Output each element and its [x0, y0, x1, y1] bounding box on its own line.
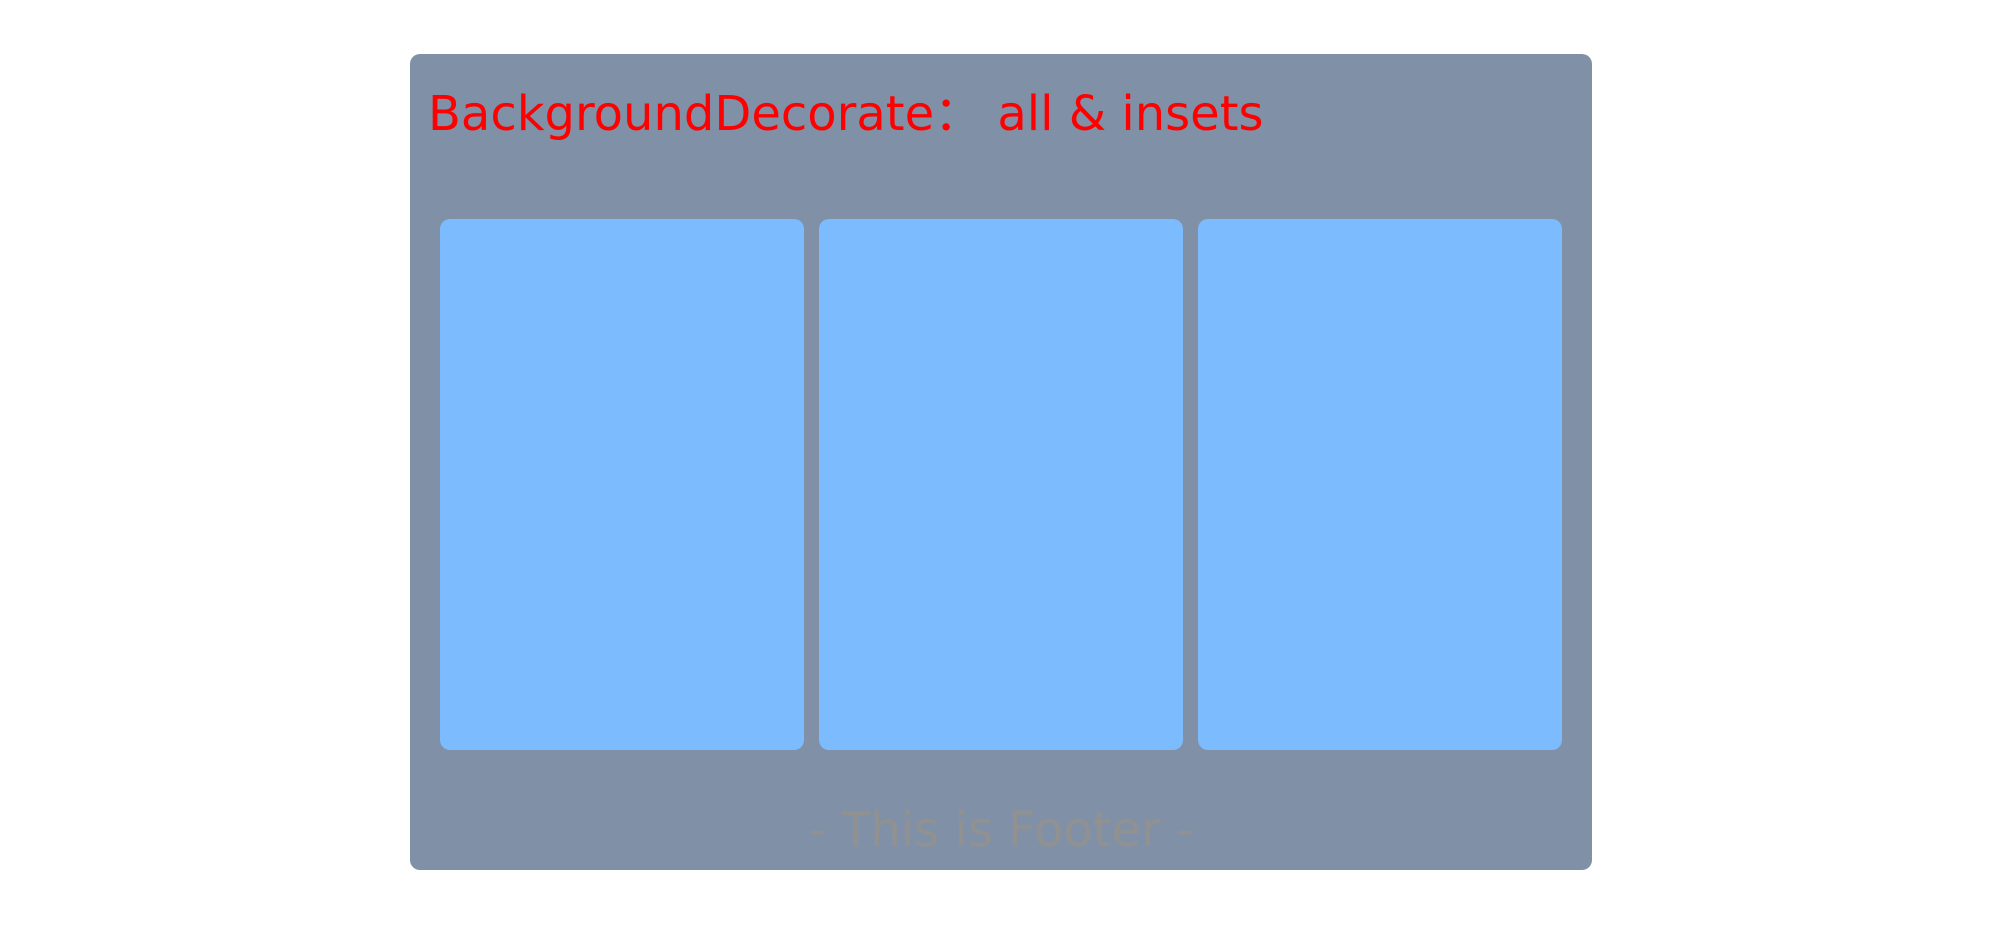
canvas: BackgroundDecorate： all & insets - This …: [0, 0, 2000, 930]
item-grid: [440, 219, 1562, 750]
grid-item-2[interactable]: [819, 219, 1183, 750]
section-footer: - This is Footer -: [808, 802, 1194, 858]
section-header-title: BackgroundDecorate： all & insets: [428, 86, 1264, 142]
grid-item-3[interactable]: [1198, 219, 1562, 750]
decorated-section: BackgroundDecorate： all & insets - This …: [410, 54, 1592, 870]
grid-item-1[interactable]: [440, 219, 804, 750]
